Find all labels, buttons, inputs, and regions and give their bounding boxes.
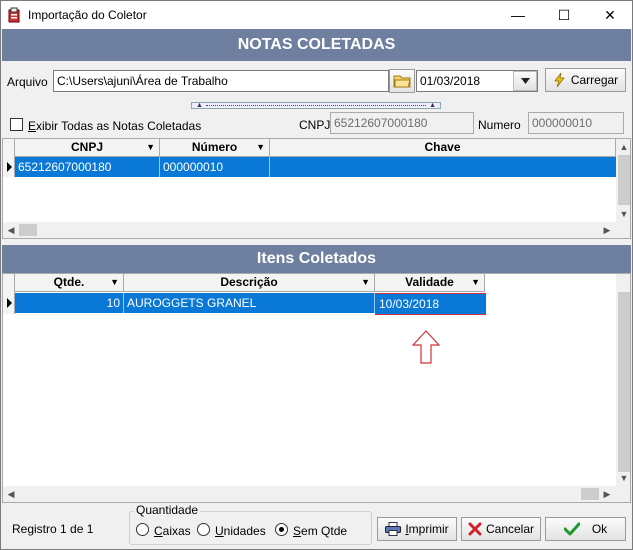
cnpj-field: 65212607000180 [330, 112, 474, 134]
radio-sem-qtde-label: Sem Qtde [293, 524, 348, 538]
table-row[interactable]: 10 AUROGGETS GRANEL 10/03/2018 [15, 293, 486, 315]
window-title: Importação do Coletor [28, 8, 147, 22]
scroll-right-icon[interactable]: ▶ [599, 486, 615, 502]
folder-icon [393, 75, 411, 88]
radio-caixas-label: Caixas [154, 524, 191, 538]
column-header-descricao[interactable]: Descrição ▼ [124, 274, 375, 292]
splitter-handle[interactable]: ▲ ▲ [191, 102, 441, 109]
scroll-right-icon[interactable]: ▶ [599, 222, 615, 238]
scroll-up-icon[interactable]: ▲ [616, 139, 630, 155]
row-indicator [3, 157, 15, 177]
radio-unidades-label: Unidades [215, 524, 266, 538]
maximize-icon: ☐ [557, 6, 571, 23]
current-row-icon [7, 298, 12, 308]
show-all-notes-label: Exibir Todas as Notas Coletadas [28, 119, 202, 133]
column-header-validade[interactable]: Validade ▼ [375, 274, 485, 292]
cancel-button[interactable]: Cancelar [461, 517, 541, 541]
scroll-thumb[interactable] [19, 224, 37, 236]
column-header-qtde[interactable]: Qtde. ▼ [15, 274, 124, 292]
checkmark-icon [563, 522, 580, 536]
minimize-button[interactable]: — [495, 1, 541, 29]
scroll-thumb[interactable] [581, 488, 599, 500]
column-filter-icon: ▼ [256, 142, 265, 152]
file-path-input[interactable]: C:\Users\ajuni\Área de Trabalho [53, 70, 389, 92]
date-dropdown-button[interactable] [513, 71, 537, 91]
file-label: Arquivo [7, 75, 48, 89]
cell-cnpj[interactable]: 65212607000180 [15, 157, 160, 177]
radio-sem-qtde[interactable] [275, 523, 288, 536]
scroll-down-icon[interactable]: ▼ [616, 470, 630, 486]
maximize-button[interactable]: ☐ [541, 1, 587, 29]
minimize-icon: — [511, 7, 525, 23]
cnpj-label: CNPJ [299, 118, 331, 132]
column-filter-icon: ▼ [471, 277, 480, 287]
cell-qtde[interactable]: 10 [15, 293, 124, 313]
cell-numero[interactable]: 000000010 [160, 157, 270, 177]
browse-folder-button[interactable] [389, 69, 415, 93]
column-filter-icon: ▼ [110, 277, 119, 287]
splitter-grip [206, 105, 426, 106]
cell-validade[interactable]: 10/03/2018 [375, 293, 486, 315]
items-grid[interactable]: Qtde. ▼ Descrição ▼ Validade ▼ 10 AUROGG… [2, 273, 631, 503]
scroll-down-icon[interactable]: ▼ [616, 206, 630, 222]
column-header-numero[interactable]: Número ▼ [160, 139, 270, 157]
load-button[interactable]: Carregar [545, 68, 626, 92]
notes-grid[interactable]: CNPJ ▼ Número ▼ Chave 65212607000180 000… [2, 138, 631, 239]
current-row-icon [7, 162, 12, 172]
scroll-thumb[interactable] [618, 155, 630, 205]
close-icon: ✕ [604, 6, 616, 23]
scroll-left-icon[interactable]: ◀ [3, 486, 19, 502]
scroll-left-icon[interactable]: ◀ [3, 222, 19, 238]
radio-caixas[interactable] [136, 523, 149, 536]
cell-descricao[interactable]: AUROGGETS GRANEL [124, 293, 375, 313]
close-button[interactable]: ✕ [587, 1, 633, 29]
cell-chave[interactable] [270, 157, 616, 177]
notes-header: NOTAS COLETADAS [2, 29, 631, 61]
app-icon [8, 7, 20, 23]
ok-button-label: Ok [591, 522, 608, 536]
splitter-arrow-left-icon: ▲ [196, 102, 203, 109]
print-button-label: Imprimir [405, 522, 449, 536]
grid-corner [3, 139, 15, 157]
load-button-label: Carregar [570, 73, 619, 87]
column-header-cnpj[interactable]: CNPJ ▼ [15, 139, 160, 157]
splitter-arrow-right-icon: ▲ [429, 102, 436, 109]
table-row[interactable]: 65212607000180 000000010 [15, 157, 616, 177]
annotation-arrow-icon [412, 330, 440, 364]
column-filter-icon: ▼ [146, 142, 155, 152]
cancel-button-label: Cancelar [485, 522, 535, 536]
chevron-down-icon [520, 78, 530, 84]
print-button[interactable]: Imprimir [377, 517, 457, 541]
column-filter-icon: ▼ [361, 277, 370, 287]
close-icon [468, 522, 482, 536]
quantity-group-title: Quantidade [134, 503, 201, 517]
notes-vertical-scrollbar[interactable]: ▲ ▼ [616, 139, 630, 222]
date-value: 01/03/2018 [420, 74, 481, 88]
column-header-chave[interactable]: Chave [270, 139, 616, 157]
numero-field: 000000010 [528, 112, 624, 134]
scroll-thumb[interactable] [618, 292, 630, 472]
row-indicator [3, 292, 15, 314]
radio-unidades[interactable] [197, 523, 210, 536]
items-horizontal-scrollbar[interactable]: ◀ ▶ [3, 486, 630, 502]
printer-icon [385, 522, 402, 536]
lightning-icon [554, 73, 565, 87]
import-dialog: Importação do Coletor — ☐ ✕ NOTAS COLETA… [0, 0, 633, 550]
items-vertical-scrollbar[interactable]: ▼ [616, 274, 630, 486]
grid-corner [3, 274, 15, 292]
record-status: Registro 1 de 1 [12, 522, 94, 536]
ok-button[interactable]: Ok [545, 517, 626, 541]
title-bar: Importação do Coletor — ☐ ✕ [1, 1, 632, 29]
show-all-notes-checkbox[interactable] [10, 118, 23, 131]
items-header: Itens Coletados [2, 245, 631, 273]
notes-horizontal-scrollbar[interactable]: ◀ ▶ [3, 222, 630, 238]
numero-label: Numero [478, 118, 521, 132]
